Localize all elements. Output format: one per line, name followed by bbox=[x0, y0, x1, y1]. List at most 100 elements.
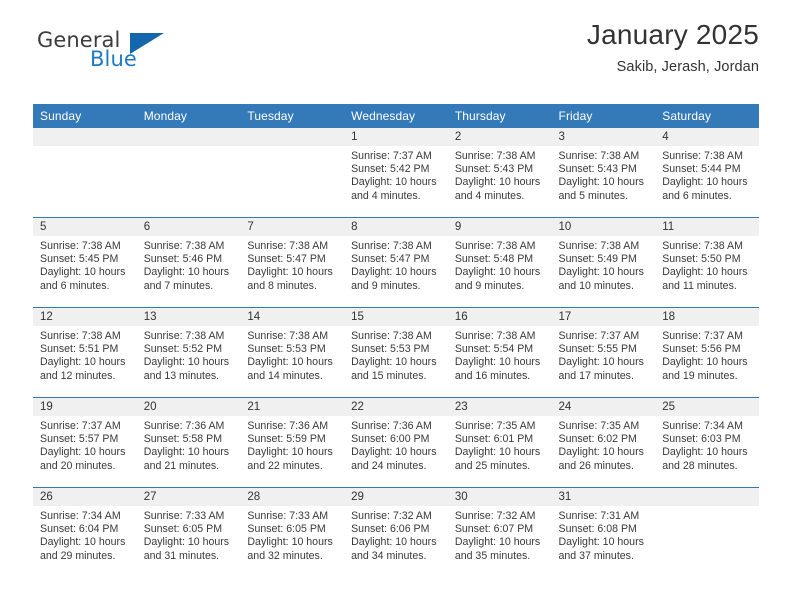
calendar-day-cell[interactable]: 21 Sunrise: 7:36 AM Sunset: 5:59 PM Dayligh… bbox=[240, 397, 345, 488]
calendar-day-cell[interactable]: 18 Sunrise: 7:37 AM Sunset: 5:56 PM Dayligh… bbox=[655, 307, 759, 398]
calendar-day-cell[interactable]: 28 Sunrise: 7:33 AM Sunset: 6:05 PM Dayligh… bbox=[240, 487, 345, 577]
calendar-day-cell[interactable]: 4 Sunrise: 7:38 AM Sunset: 5:44 PM Daylight… bbox=[655, 128, 759, 218]
calendar-day-cell[interactable]: 7 Sunrise: 7:38 AM Sunset: 5:47 PM Daylight… bbox=[240, 217, 345, 308]
calendar-day-cell[interactable]: 23 Sunrise: 7:35 AM Sunset: 6:01 PM Dayligh… bbox=[447, 397, 552, 488]
day-number: 9 bbox=[447, 218, 552, 236]
sunset-text: Sunset: 6:02 PM bbox=[558, 433, 637, 446]
sunset-text: Sunset: 5:59 PM bbox=[247, 433, 326, 446]
sunrise-text: Sunrise: 7:38 AM bbox=[40, 330, 121, 342]
calendar-day-cell[interactable]: 15 Sunrise: 7:38 AM Sunset: 5:53 PM Dayligh… bbox=[344, 307, 448, 398]
calendar-day-cell[interactable]: 9 Sunrise: 7:38 AM Sunset: 5:48 PM Daylight… bbox=[447, 217, 552, 308]
calendar-day-cell[interactable]: 25 Sunrise: 7:34 AM Sunset: 6:03 PM Dayligh… bbox=[655, 397, 759, 488]
calendar-day-cell[interactable]: 6 Sunrise: 7:38 AM Sunset: 5:46 PM Daylight… bbox=[136, 217, 241, 308]
calendar-day-cell[interactable]: 22 Sunrise: 7:36 AM Sunset: 6:00 PM Dayligh… bbox=[344, 397, 448, 488]
daylight-text-line2: and 21 minutes. bbox=[143, 459, 220, 472]
sunset-text: Sunset: 5:43 PM bbox=[558, 163, 637, 176]
weekday-header-wednesday: Wednesday bbox=[344, 104, 448, 128]
daylight-text-line2: and 19 minutes. bbox=[662, 369, 738, 382]
page-title: January 2025 bbox=[586, 19, 759, 50]
sunset-text: Sunset: 5:46 PM bbox=[143, 253, 223, 266]
sunset-text: Sunset: 5:43 PM bbox=[454, 163, 534, 176]
day-details: Sunrise: 7:37 AM Sunset: 5:42 PM Daylight:… bbox=[344, 146, 448, 203]
day-details: Sunrise: 7:38 AM Sunset: 5:45 PM Daylight:… bbox=[33, 236, 137, 293]
day-number: 30 bbox=[447, 488, 552, 506]
day-number: 11 bbox=[655, 218, 759, 236]
sunset-text: Sunset: 5:42 PM bbox=[351, 163, 430, 176]
calendar-day-cell-empty bbox=[136, 128, 241, 218]
sunrise-text: Sunrise: 7:38 AM bbox=[558, 240, 640, 252]
calendar-day-cell[interactable]: 8 Sunrise: 7:38 AM Sunset: 5:47 PM Daylight… bbox=[344, 217, 448, 308]
sunset-text: Sunset: 5:47 PM bbox=[351, 253, 430, 266]
sunset-text: Sunset: 5:58 PM bbox=[143, 433, 223, 446]
calendar-day-cell[interactable]: 26 Sunrise: 7:34 AM Sunset: 6:04 PM Dayligh… bbox=[33, 487, 137, 577]
calendar-day-cell[interactable]: 17 Sunrise: 7:37 AM Sunset: 5:55 PM Dayligh… bbox=[551, 307, 656, 398]
day-details: Sunrise: 7:34 AM Sunset: 6:04 PM Daylight:… bbox=[33, 506, 137, 563]
calendar-header-row: Sunday Monday Tuesday Wednesday Thursday Frid… bbox=[33, 104, 759, 128]
day-details: Sunrise: 7:38 AM Sunset: 5:46 PM Daylight:… bbox=[137, 236, 241, 293]
daylight-text-line2: and 35 minutes. bbox=[454, 549, 531, 562]
day-details: Sunrise: 7:37 AM Sunset: 5:57 PM Daylight:… bbox=[33, 416, 137, 473]
location-subtitle: Sakib, Jerash, Jordan bbox=[616, 59, 759, 76]
day-number: 22 bbox=[344, 398, 448, 416]
daylight-text-line1: Daylight: 10 hours bbox=[454, 356, 541, 369]
sunrise-text: Sunrise: 7:38 AM bbox=[351, 330, 432, 342]
day-number: 6 bbox=[136, 218, 241, 236]
calendar-week-row: 12 Sunrise: 7:38 AM Sunset: 5:51 PM Dayligh… bbox=[33, 307, 759, 398]
calendar-day-cell[interactable]: 13 Sunrise: 7:38 AM Sunset: 5:52 PM Dayligh… bbox=[136, 307, 241, 398]
sunrise-text: Sunrise: 7:35 AM bbox=[558, 420, 640, 432]
calendar-day-cell[interactable]: 27 Sunrise: 7:33 AM Sunset: 6:05 PM Dayligh… bbox=[136, 487, 241, 577]
sunrise-text: Sunrise: 7:34 AM bbox=[662, 420, 743, 432]
daylight-text-line2: and 8 minutes. bbox=[247, 279, 317, 292]
calendar-day-cell[interactable]: 2 Sunrise: 7:38 AM Sunset: 5:43 PM Daylight… bbox=[447, 128, 552, 218]
day-number bbox=[240, 128, 345, 146]
sunrise-text: Sunrise: 7:38 AM bbox=[247, 330, 329, 342]
day-details: Sunrise: 7:38 AM Sunset: 5:50 PM Daylight:… bbox=[655, 236, 759, 293]
calendar-day-cell[interactable]: 14 Sunrise: 7:38 AM Sunset: 5:53 PM Dayligh… bbox=[240, 307, 345, 398]
day-number: 15 bbox=[344, 308, 448, 326]
day-number: 8 bbox=[344, 218, 448, 236]
day-details: Sunrise: 7:38 AM Sunset: 5:51 PM Daylight:… bbox=[33, 326, 137, 383]
day-number: 16 bbox=[447, 308, 552, 326]
calendar-day-cell-empty bbox=[33, 128, 137, 218]
day-number: 2 bbox=[447, 128, 552, 146]
calendar-day-cell[interactable]: 1 Sunrise: 7:37 AM Sunset: 5:42 PM Daylight… bbox=[344, 128, 448, 218]
daylight-text-line1: Daylight: 10 hours bbox=[454, 446, 541, 459]
day-number: 26 bbox=[33, 488, 137, 506]
calendar-day-cell[interactable]: 31 Sunrise: 7:31 AM Sunset: 6:08 PM Dayligh… bbox=[551, 487, 656, 577]
calendar-day-cell[interactable]: 30 Sunrise: 7:32 AM Sunset: 6:07 PM Dayligh… bbox=[447, 487, 552, 577]
day-details: Sunrise: 7:38 AM Sunset: 5:53 PM Daylight:… bbox=[240, 326, 344, 383]
calendar-day-cell[interactable]: 11 Sunrise: 7:38 AM Sunset: 5:50 PM Dayligh… bbox=[655, 217, 759, 308]
day-number: 21 bbox=[240, 398, 345, 416]
calendar-day-cell[interactable]: 24 Sunrise: 7:35 AM Sunset: 6:02 PM Dayligh… bbox=[551, 397, 656, 488]
sunrise-text: Sunrise: 7:32 AM bbox=[454, 510, 536, 522]
calendar-day-cell[interactable]: 10 Sunrise: 7:38 AM Sunset: 5:49 PM Dayligh… bbox=[551, 217, 656, 308]
daylight-text-line2: and 6 minutes. bbox=[662, 189, 732, 202]
sunrise-text: Sunrise: 7:38 AM bbox=[454, 330, 536, 342]
calendar-day-cell[interactable]: 12 Sunrise: 7:38 AM Sunset: 5:51 PM Dayligh… bbox=[33, 307, 137, 398]
calendar-day-cell[interactable]: 3 Sunrise: 7:38 AM Sunset: 5:43 PM Daylight… bbox=[551, 128, 656, 218]
sunset-text: Sunset: 5:54 PM bbox=[454, 343, 534, 356]
sunset-text: Sunset: 5:49 PM bbox=[558, 253, 637, 266]
day-number: 3 bbox=[551, 128, 656, 146]
day-details: Sunrise: 7:38 AM Sunset: 5:43 PM Daylight:… bbox=[552, 146, 656, 203]
calendar-day-cell[interactable]: 20 Sunrise: 7:36 AM Sunset: 5:58 PM Dayligh… bbox=[136, 397, 241, 488]
calendar-day-cell[interactable]: 16 Sunrise: 7:38 AM Sunset: 5:54 PM Dayligh… bbox=[447, 307, 552, 398]
daylight-text-line1: Daylight: 10 hours bbox=[247, 446, 333, 459]
day-number: 1 bbox=[344, 128, 448, 146]
calendar-day-cell[interactable]: 29 Sunrise: 7:32 AM Sunset: 6:06 PM Dayligh… bbox=[344, 487, 448, 577]
daylight-text-line2: and 6 minutes. bbox=[40, 279, 110, 292]
daylight-text-line1: Daylight: 10 hours bbox=[143, 536, 230, 549]
sunset-text: Sunset: 6:07 PM bbox=[454, 523, 534, 536]
calendar-day-cell[interactable]: 19 Sunrise: 7:37 AM Sunset: 5:57 PM Dayligh… bbox=[33, 397, 137, 488]
sunset-text: Sunset: 5:45 PM bbox=[40, 253, 119, 266]
title-block: January 2025 Sakib, Jerash, Jordan bbox=[586, 19, 759, 76]
daylight-text-line1: Daylight: 10 hours bbox=[40, 446, 126, 459]
sunrise-text: Sunrise: 7:36 AM bbox=[351, 420, 432, 432]
day-details: Sunrise: 7:38 AM Sunset: 5:48 PM Daylight:… bbox=[448, 236, 552, 293]
calendar-day-cell[interactable]: 5 Sunrise: 7:38 AM Sunset: 5:45 PM Daylight… bbox=[33, 217, 137, 308]
general-blue-logo[interactable]: General Blue bbox=[33, 28, 223, 74]
sunset-text: Sunset: 5:57 PM bbox=[40, 433, 119, 446]
day-details: Sunrise: 7:38 AM Sunset: 5:49 PM Daylight:… bbox=[552, 236, 656, 293]
calendar-day-cell-empty bbox=[240, 128, 345, 218]
daylight-text-line1: Daylight: 10 hours bbox=[351, 536, 437, 549]
